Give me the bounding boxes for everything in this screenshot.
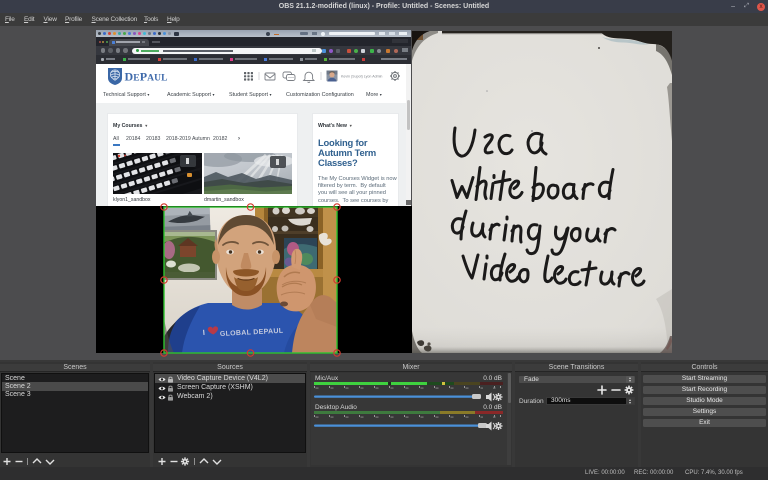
svg-text:DEPAUL: DEPAUL: [125, 70, 168, 84]
svg-text:Kevin (Supot) Lyon Admin: Kevin (Supot) Lyon Admin: [341, 74, 382, 78]
